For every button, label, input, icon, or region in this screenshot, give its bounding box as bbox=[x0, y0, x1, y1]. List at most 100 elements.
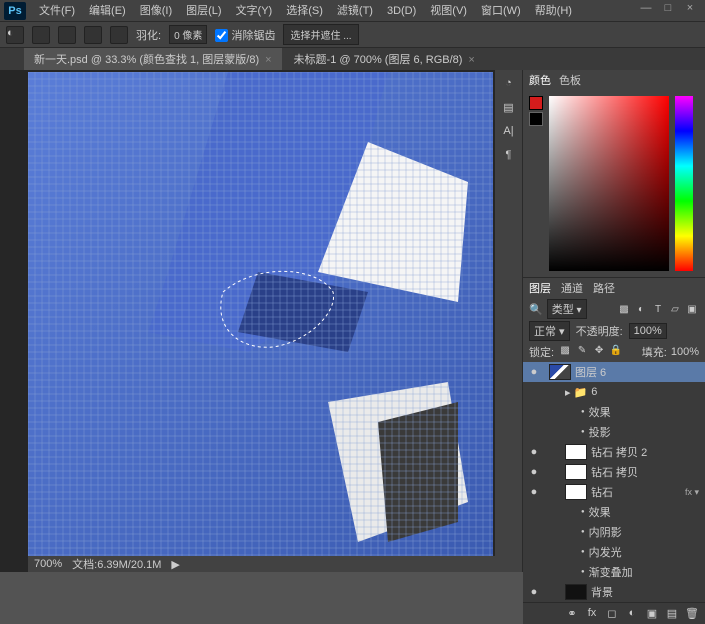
filter-shape-icon[interactable]: ▱ bbox=[668, 302, 682, 316]
color-field[interactable] bbox=[549, 96, 669, 271]
layer-name: 6 bbox=[591, 386, 597, 398]
blend-mode[interactable]: 正常 ▾ bbox=[529, 321, 570, 341]
layer-name: 渐变叠加 bbox=[589, 564, 633, 580]
menu-layer[interactable]: 图层(L) bbox=[179, 0, 228, 22]
visibility-icon[interactable]: ● bbox=[527, 586, 541, 598]
char-icon[interactable]: A| bbox=[499, 122, 519, 140]
link-layers-icon[interactable]: ⚭ bbox=[565, 607, 579, 621]
layer-row[interactable]: ●内阴影 bbox=[523, 522, 705, 542]
menu-help[interactable]: 帮助(H) bbox=[528, 0, 579, 22]
layer-name: 钻石 bbox=[591, 484, 613, 500]
right-panels: ◔ ▤ A| ¶ 颜色 色板 图层 通道 路径 🔍 类型 ▾ bbox=[495, 70, 705, 572]
layer-row[interactable]: ●效果 bbox=[523, 502, 705, 522]
layer-filter[interactable]: 类型 ▾ bbox=[547, 299, 587, 319]
mask-icon[interactable]: ◻ bbox=[605, 607, 619, 621]
antialias-checkbox[interactable]: 消除锯齿 bbox=[215, 27, 275, 43]
tab-paths[interactable]: 路径 bbox=[593, 280, 615, 296]
menu-3d[interactable]: 3D(D) bbox=[380, 0, 423, 22]
layer-name: 背景 bbox=[591, 584, 613, 600]
properties-icon[interactable]: ▤ bbox=[499, 98, 519, 116]
layer-row[interactable]: ● 背景 bbox=[523, 582, 705, 602]
lock-pos-icon[interactable]: ✥ bbox=[592, 345, 606, 359]
visibility-icon[interactable]: ● bbox=[527, 466, 541, 478]
layer-row[interactable]: ●内发光 bbox=[523, 542, 705, 562]
fill-field[interactable]: 100% bbox=[671, 346, 699, 358]
tab-color[interactable]: 颜色 bbox=[529, 72, 551, 88]
visibility-icon[interactable]: ● bbox=[527, 446, 541, 458]
canvas[interactable] bbox=[28, 72, 493, 556]
doc-tab-1[interactable]: 新一天.psd @ 33.3% (颜色查找 1, 图层蒙版/8)× bbox=[24, 47, 282, 70]
feather-label: 羽化: bbox=[136, 27, 161, 43]
close-icon[interactable]: × bbox=[468, 54, 474, 66]
lasso-tool-icon[interactable]: ◐ bbox=[6, 26, 24, 44]
fx-icon[interactable]: fx bbox=[585, 607, 599, 621]
folder-icon: ▸ 📁 bbox=[565, 386, 587, 399]
layer-row[interactable]: ● 钻石 拷贝 2 bbox=[523, 442, 705, 462]
selection-new-icon[interactable] bbox=[32, 26, 50, 44]
history-icon[interactable]: ◔ bbox=[499, 74, 519, 92]
doc-tab-2[interactable]: 未标题-1 @ 700% (图层 6, RGB/8)× bbox=[284, 47, 485, 70]
group-icon[interactable]: ▣ bbox=[645, 607, 659, 621]
menu-edit[interactable]: 编辑(E) bbox=[82, 0, 133, 22]
menu-filter[interactable]: 滤镜(T) bbox=[330, 0, 380, 22]
selection-sub-icon[interactable] bbox=[84, 26, 102, 44]
lock-label: 锁定: bbox=[529, 344, 554, 360]
layers-panel: 图层 通道 路径 🔍 类型 ▾ ▩ ◐ T ▱ ▣ 正常 ▾ 不透明度: 100… bbox=[523, 278, 705, 624]
tab-channels[interactable]: 通道 bbox=[561, 280, 583, 296]
layer-name: 效果 bbox=[589, 404, 611, 420]
menu-view[interactable]: 视图(V) bbox=[423, 0, 474, 22]
trash-icon[interactable]: 🗑 bbox=[685, 607, 699, 621]
window-close[interactable]: × bbox=[679, 0, 701, 18]
menu-image[interactable]: 图像(I) bbox=[133, 0, 179, 22]
layer-row[interactable]: ▸ 📁 6 bbox=[523, 382, 705, 402]
layer-row[interactable]: ● 钻石 拷贝 bbox=[523, 462, 705, 482]
lock-trans-icon[interactable]: ▩ bbox=[558, 345, 572, 359]
layer-row[interactable]: ● 钻石 fx ▾ bbox=[523, 482, 705, 502]
layer-name: 钻石 拷贝 bbox=[591, 464, 638, 480]
layer-thumbnail bbox=[565, 444, 587, 460]
new-layer-icon[interactable]: ▤ bbox=[665, 607, 679, 621]
select-and-mask-button[interactable]: 选择并遮住 ... bbox=[283, 24, 358, 45]
paragraph-icon[interactable]: ¶ bbox=[499, 146, 519, 164]
selection-intersect-icon[interactable] bbox=[110, 26, 128, 44]
hue-slider[interactable] bbox=[675, 96, 693, 271]
layer-thumbnail bbox=[549, 364, 571, 380]
fx-indicator[interactable]: fx ▾ bbox=[685, 487, 699, 498]
adjustment-icon[interactable]: ◐ bbox=[625, 607, 639, 621]
lock-paint-icon[interactable]: ✎ bbox=[575, 345, 589, 359]
layer-thumbnail bbox=[565, 584, 587, 600]
layer-name: 图层 6 bbox=[575, 364, 606, 380]
layer-name: 钻石 拷贝 2 bbox=[591, 444, 647, 460]
menu-type[interactable]: 文字(Y) bbox=[229, 0, 280, 22]
close-icon[interactable]: × bbox=[265, 54, 271, 66]
layer-thumbnail bbox=[565, 484, 587, 500]
tab-swatches[interactable]: 色板 bbox=[559, 72, 581, 88]
lock-all-icon[interactable]: 🔒 bbox=[609, 345, 623, 359]
window-minimize[interactable]: — bbox=[635, 0, 657, 18]
opacity-field[interactable]: 100% bbox=[629, 323, 667, 339]
layer-row[interactable]: ● 图层 6 bbox=[523, 362, 705, 382]
filter-smart-icon[interactable]: ▣ bbox=[685, 302, 699, 316]
visibility-icon[interactable]: ● bbox=[527, 486, 541, 498]
menu-window[interactable]: 窗口(W) bbox=[474, 0, 528, 22]
visibility-icon[interactable]: ● bbox=[527, 366, 541, 378]
window-maximize[interactable]: □ bbox=[657, 0, 679, 18]
filter-pixel-icon[interactable]: ▩ bbox=[617, 302, 631, 316]
filter-type-icon[interactable]: T bbox=[651, 302, 665, 316]
layer-row[interactable]: ●投影 bbox=[523, 422, 705, 442]
menu-file[interactable]: 文件(F) bbox=[32, 0, 82, 22]
tab-layers[interactable]: 图层 bbox=[529, 280, 551, 296]
options-bar: ◐ 羽化: 0 像素 消除锯齿 选择并遮住 ... bbox=[0, 22, 705, 48]
layer-name: 投影 bbox=[589, 424, 611, 440]
chevron-right-icon[interactable]: ▶ bbox=[171, 558, 179, 571]
canvas-content bbox=[28, 72, 493, 556]
layer-row[interactable]: ●渐变叠加 bbox=[523, 562, 705, 582]
collapsed-panel-icons: ◔ ▤ A| ¶ bbox=[495, 70, 523, 572]
feather-field[interactable]: 0 像素 bbox=[169, 25, 207, 44]
current-color-swatch[interactable] bbox=[529, 96, 543, 271]
zoom-level[interactable]: 700% bbox=[34, 558, 62, 570]
selection-add-icon[interactable] bbox=[58, 26, 76, 44]
filter-adjust-icon[interactable]: ◐ bbox=[634, 302, 648, 316]
menu-select[interactable]: 选择(S) bbox=[279, 0, 330, 22]
layer-row[interactable]: ●效果 bbox=[523, 402, 705, 422]
